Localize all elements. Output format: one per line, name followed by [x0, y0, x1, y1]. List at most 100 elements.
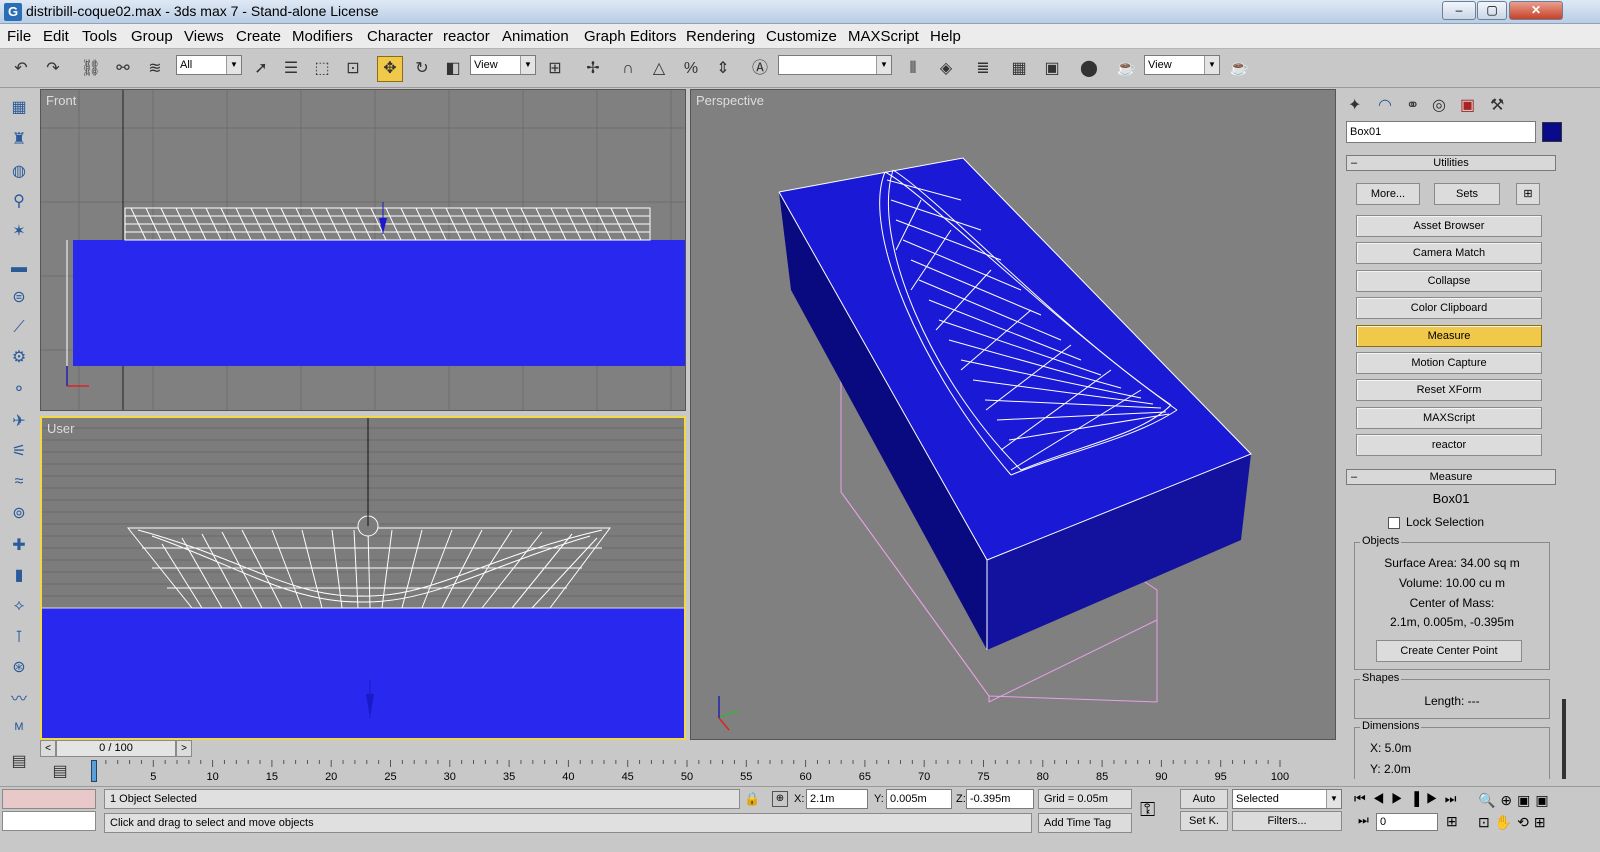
water-icon[interactable]: ≈: [6, 469, 32, 495]
fracture-icon[interactable]: ⚟: [6, 439, 32, 465]
viewport-front[interactable]: Front: [40, 89, 686, 411]
menu-maxscript[interactable]: MAXScript: [848, 28, 919, 45]
render-type-dropdown[interactable]: View ▼: [1144, 55, 1220, 75]
viewport-label-front[interactable]: Front: [46, 93, 76, 108]
playback-controls[interactable]: ⏮◀▶▐▶⏭: [1354, 791, 1474, 809]
menu-modifiers[interactable]: Modifiers: [292, 28, 353, 45]
cloth-icon[interactable]: ♜: [6, 127, 32, 153]
align-icon[interactable]: ◈: [933, 56, 959, 82]
select-rotate-icon[interactable]: ↻: [409, 56, 435, 82]
lock-icon[interactable]: 🔒: [744, 791, 760, 807]
create-tab-icon[interactable]: ✦: [1348, 95, 1361, 115]
mirror-icon[interactable]: ⫴: [900, 56, 926, 82]
time-configuration-icon[interactable]: ⊞: [1446, 813, 1458, 830]
prismatic-icon[interactable]: ⊺: [6, 625, 32, 651]
object-name-field[interactable]: Box01: [1346, 121, 1536, 143]
color-clipboard-button[interactable]: Color Clipboard: [1356, 297, 1542, 319]
snap-toggle-icon[interactable]: ∩: [615, 56, 641, 82]
lock-selection-checkbox[interactable]: [1388, 517, 1400, 529]
motion-tab-icon[interactable]: ◎: [1432, 95, 1446, 115]
asset-browser-button[interactable]: Asset Browser: [1356, 215, 1542, 237]
menu-animation[interactable]: Animation: [502, 28, 569, 45]
menu-views[interactable]: Views: [184, 28, 224, 45]
menu-tools[interactable]: Tools: [82, 28, 117, 45]
collapse-button[interactable]: Collapse: [1356, 270, 1542, 292]
menu-edit[interactable]: Edit: [43, 28, 69, 45]
layer-manager-icon[interactable]: ≣: [970, 56, 996, 82]
render-scene-icon[interactable]: ☕: [1113, 56, 1139, 82]
key-filter-dropdown[interactable]: Selected ▼: [1232, 789, 1342, 809]
utilities-rollout-header[interactable]: – Utilities: [1346, 155, 1556, 171]
percent-snap-icon[interactable]: %: [678, 56, 704, 82]
min-max-toggle-icon[interactable]: ▤: [6, 749, 32, 775]
current-frame-field[interactable]: 0: [1376, 813, 1438, 831]
select-icon[interactable]: ➚: [248, 56, 274, 82]
bind-space-warp-icon[interactable]: ≋: [142, 56, 168, 82]
ragdoll-icon[interactable]: ✚: [6, 533, 32, 559]
maxscript-listener-icon[interactable]: ᴹ: [6, 717, 32, 743]
rectangle-selection-icon[interactable]: ⬚: [309, 56, 335, 82]
time-slider-thumb[interactable]: 0 / 100: [56, 740, 176, 757]
pivot-center-icon[interactable]: ⊞: [542, 56, 568, 82]
undo-icon[interactable]: ↶: [8, 56, 34, 82]
unlink-icon[interactable]: ⚯: [110, 56, 136, 82]
y-coordinate-field[interactable]: 0.005m: [886, 789, 952, 809]
set-key-button[interactable]: Set K.: [1180, 811, 1228, 831]
reset-xform-button[interactable]: Reset XForm: [1356, 379, 1542, 401]
rigid-body-icon[interactable]: ▦: [6, 95, 32, 121]
spinner-snap-icon[interactable]: ⇕: [710, 56, 736, 82]
constraint-solver-icon[interactable]: ⊚: [6, 501, 32, 527]
time-slider[interactable]: < 0 / 100 >: [40, 740, 1336, 759]
viewport-label-perspective[interactable]: Perspective: [696, 93, 764, 108]
named-selection-sets-dropdown[interactable]: ▼: [778, 55, 892, 75]
spring-icon[interactable]: ⊜: [6, 285, 32, 311]
menu-create[interactable]: Create: [236, 28, 281, 45]
select-link-icon[interactable]: ⛓: [78, 56, 104, 82]
menu-group[interactable]: Group: [131, 28, 173, 45]
reference-coordinate-dropdown[interactable]: View ▼: [470, 55, 536, 75]
maxscript-mini-listener-white[interactable]: [2, 811, 96, 831]
menu-help[interactable]: Help: [930, 28, 961, 45]
object-color-swatch[interactable]: [1542, 122, 1562, 142]
x-coordinate-field[interactable]: 2.1m: [806, 789, 868, 809]
maxscript-button[interactable]: MAXScript: [1356, 407, 1542, 429]
measure-rollout-header[interactable]: – Measure: [1346, 469, 1556, 485]
display-tab-icon[interactable]: ▣: [1460, 95, 1475, 115]
hierarchy-tab-icon[interactable]: ⚭: [1406, 95, 1419, 115]
selection-filter-dropdown[interactable]: All ▼: [176, 55, 242, 75]
edit-named-selection-icon[interactable]: Ⓐ: [747, 56, 773, 82]
close-button[interactable]: ✕: [1509, 1, 1563, 20]
menu-graph-editors[interactable]: Graph Editors: [584, 28, 677, 45]
select-scale-icon[interactable]: ◧: [440, 56, 466, 82]
chevron-left-icon[interactable]: <: [40, 740, 56, 757]
window-crossing-icon[interactable]: ⊡: [340, 56, 366, 82]
schematic-view-icon[interactable]: ▣: [1039, 56, 1065, 82]
chevron-right-icon[interactable]: >: [176, 740, 192, 757]
hinge-icon[interactable]: ▮: [6, 563, 32, 589]
measure-button[interactable]: Measure: [1356, 325, 1542, 347]
car-wheel-icon[interactable]: ⊛: [6, 655, 32, 681]
panel-scrollbar[interactable]: [1562, 699, 1566, 779]
motion-capture-button[interactable]: Motion Capture: [1356, 352, 1542, 374]
maximize-button[interactable]: ▢: [1477, 1, 1507, 20]
minimize-button[interactable]: –: [1442, 1, 1476, 20]
maxscript-mini-listener-pink[interactable]: [2, 789, 96, 809]
point-point-icon[interactable]: ⟡: [6, 593, 32, 619]
rope-icon[interactable]: ⚲: [6, 189, 32, 215]
menu-character[interactable]: Character: [367, 28, 433, 45]
analyze-world-icon[interactable]: 〰: [6, 687, 32, 713]
toy-car-icon[interactable]: ✈: [6, 409, 32, 435]
auto-key-button[interactable]: Auto: [1180, 789, 1228, 809]
motor-icon[interactable]: ⚙: [6, 345, 32, 371]
sets-button[interactable]: Sets: [1434, 183, 1500, 205]
viewport-perspective[interactable]: Perspective: [690, 89, 1336, 740]
menu-reactor[interactable]: reactor: [443, 28, 490, 45]
deforming-mesh-icon[interactable]: ✶: [6, 219, 32, 245]
z-coordinate-field[interactable]: -0.395m: [966, 789, 1034, 809]
absolute-mode-transform-icon[interactable]: ⊕: [772, 791, 788, 807]
add-time-tag-button[interactable]: Add Time Tag: [1038, 813, 1132, 833]
key-mode-toggle-icon[interactable]: ⏭: [1358, 813, 1369, 828]
more-button[interactable]: More...: [1356, 183, 1420, 205]
wind-icon[interactable]: ⚬: [6, 377, 32, 403]
redo-icon[interactable]: ↷: [40, 56, 66, 82]
